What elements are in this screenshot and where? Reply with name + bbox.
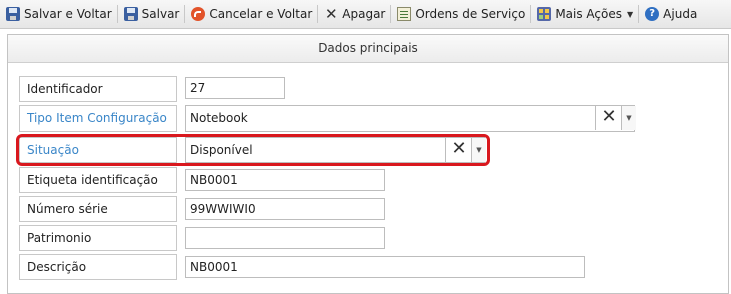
save-and-back-label: Salvar e Voltar — [24, 7, 112, 21]
more-actions-button[interactable]: Mais Ações ▼ — [531, 0, 638, 28]
clear-icon[interactable]: ✕ — [595, 106, 622, 130]
tipo-item-label[interactable]: Tipo Item Configuração — [19, 105, 177, 132]
descricao-field[interactable] — [185, 256, 585, 278]
toolbar: Salvar e Voltar Salvar Cancelar e Voltar… — [0, 0, 731, 29]
patrimonio-field[interactable] — [185, 227, 385, 249]
numero-serie-label: Número série — [19, 196, 177, 222]
delete-button[interactable]: ✕ Apagar — [318, 0, 390, 28]
help-icon: ? — [645, 7, 660, 21]
orders-icon — [397, 7, 412, 21]
cancel-icon — [191, 7, 206, 21]
floppy-icon — [6, 7, 20, 21]
cancel-and-back-label: Cancelar e Voltar — [209, 7, 313, 21]
delete-label: Apagar — [342, 7, 386, 21]
identificador-field[interactable] — [185, 77, 285, 99]
panel-title: Dados principais — [8, 35, 728, 63]
descricao-label: Descrição — [19, 254, 177, 280]
chevron-down-icon: ▼ — [627, 9, 634, 19]
patrimonio-label: Patrimonio — [19, 225, 177, 251]
help-button[interactable]: ? Ajuda — [639, 0, 702, 28]
save-and-back-button[interactable]: Salvar e Voltar — [0, 0, 117, 28]
etiqueta-field[interactable] — [185, 169, 385, 191]
help-label: Ajuda — [663, 7, 698, 21]
tipo-item-select[interactable]: Notebook ✕ ▼ — [185, 105, 636, 132]
etiqueta-label: Etiqueta identificação — [19, 167, 177, 193]
more-actions-icon — [537, 7, 552, 21]
identificador-label: Identificador — [19, 76, 177, 102]
floppy-icon — [123, 7, 138, 21]
service-orders-button[interactable]: Ordens de Serviço — [391, 0, 530, 28]
tipo-item-value: Notebook — [190, 111, 248, 125]
save-label: Salvar — [141, 7, 180, 21]
service-orders-label: Ordens de Serviço — [415, 7, 526, 21]
save-button[interactable]: Salvar — [118, 0, 185, 28]
cancel-and-back-button[interactable]: Cancelar e Voltar — [185, 0, 317, 28]
highlight-box — [16, 134, 490, 166]
numero-serie-field[interactable] — [185, 198, 385, 220]
x-icon: ✕ — [324, 5, 338, 23]
chevron-down-icon[interactable]: ▼ — [621, 106, 636, 130]
more-actions-label: Mais Ações — [555, 7, 623, 21]
